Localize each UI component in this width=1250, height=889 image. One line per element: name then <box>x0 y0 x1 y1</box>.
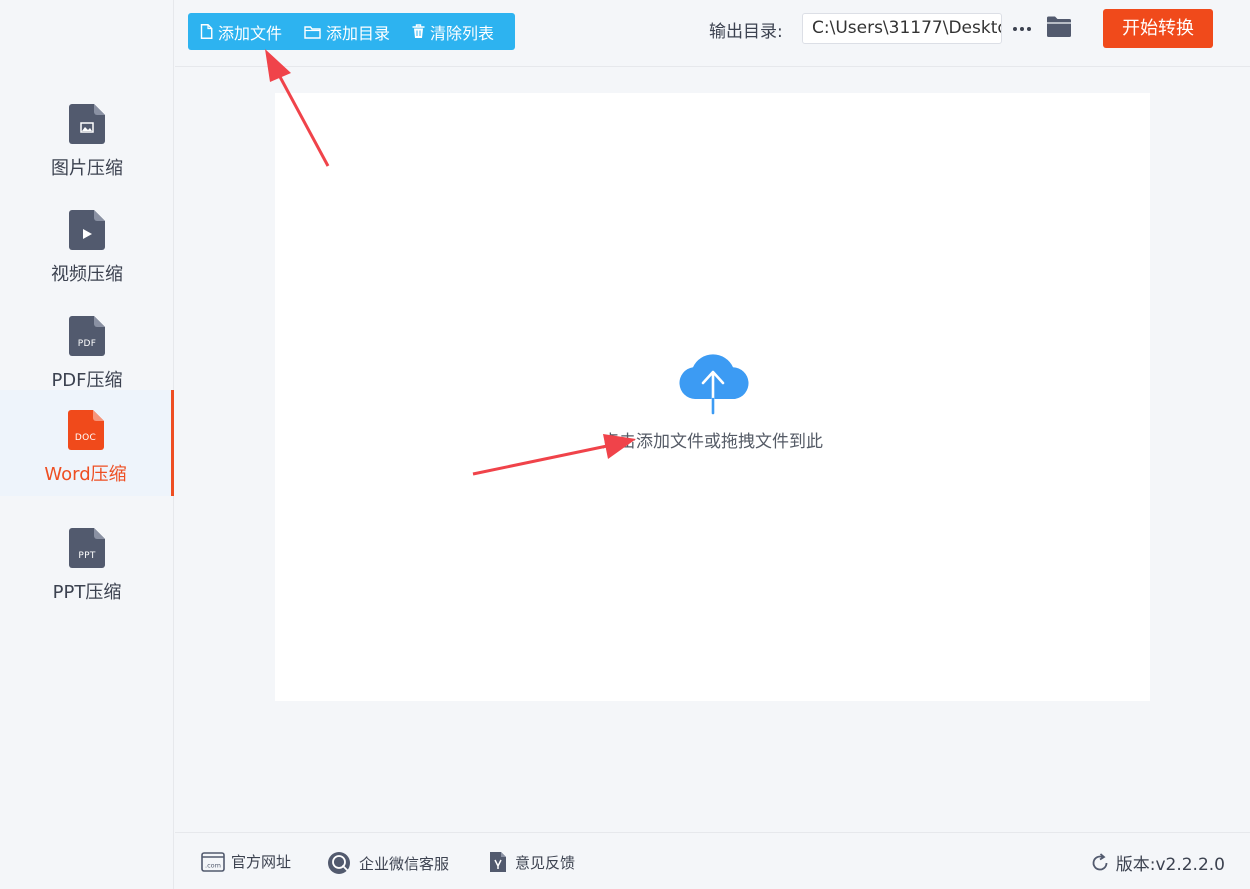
website-icon: .com <box>201 851 225 872</box>
trash-icon <box>412 24 425 38</box>
file-type-tag: PPT <box>78 551 96 561</box>
wechat-support-label: 企业微信客服 <box>359 854 450 873</box>
refresh-icon <box>1092 852 1108 870</box>
version-label: 版本:v2.2.2.0 <box>1115 855 1225 875</box>
pdf-file-icon: PDF <box>69 316 105 356</box>
sidebar-item-label: Word压缩 <box>44 464 127 485</box>
footer: .com 官方网址 企业微信客服 意见反馈 版本:v2.2.2.0 <box>175 832 1250 889</box>
sidebar-item-word-compress[interactable]: DOC Word压缩 <box>0 390 174 496</box>
sidebar-item-label: PDF压缩 <box>51 370 123 391</box>
more-options-icon[interactable] <box>1011 15 1033 39</box>
file-type-tag: DOC <box>74 433 97 443</box>
clear-list-label: 清除列表 <box>430 23 495 43</box>
sidebar-item-label: 视频压缩 <box>51 264 123 285</box>
add-file-label: 添加文件 <box>218 23 283 43</box>
feedback-link[interactable]: 意见反馈 <box>487 851 575 873</box>
feedback-icon <box>490 852 506 872</box>
version-info: 版本:v2.2.2.0 <box>1090 850 1225 875</box>
wechat-icon <box>328 852 350 874</box>
output-dir-label: 输出目录: <box>709 22 783 42</box>
feedback-label: 意见反馈 <box>515 853 576 872</box>
start-convert-button[interactable]: 开始转换 <box>1103 9 1213 48</box>
sidebar-item-ppt-compress[interactable]: PPT PPT压缩 <box>0 508 174 614</box>
drop-zone-hint: 点击添加文件或拖拽文件到此 <box>602 432 823 452</box>
output-dir-input[interactable]: C:\Users\31177\Deskto <box>802 13 1002 44</box>
add-folder-button[interactable]: 添加目录 <box>304 20 390 44</box>
cloud-upload-icon <box>675 351 751 415</box>
doc-file-icon: DOC <box>67 410 104 450</box>
video-file-icon <box>69 210 105 250</box>
sidebar-item-pdf-compress[interactable]: PDF PDF压缩 <box>0 296 174 402</box>
wechat-support-link[interactable]: 企业微信客服 <box>327 851 449 875</box>
open-folder-icon[interactable] <box>1046 15 1072 41</box>
official-website-label: 官方网址 <box>231 853 292 871</box>
file-drop-zone[interactable]: 点击添加文件或拖拽文件到此 <box>275 93 1150 701</box>
image-file-icon <box>69 104 105 144</box>
folder-icon <box>304 25 321 39</box>
add-folder-label: 添加目录 <box>326 23 391 43</box>
svg-text:.com: .com <box>205 861 221 869</box>
ppt-file-icon: PPT <box>69 528 105 568</box>
sidebar-item-label: PPT压缩 <box>52 582 122 603</box>
file-type-tag: PDF <box>77 339 97 349</box>
sidebar: 图片压缩 视频压缩 PDF PDF压缩 DOC Word压缩 PPT PPT压缩 <box>0 0 174 889</box>
sidebar-item-image-compress[interactable]: 图片压缩 <box>0 84 174 190</box>
top-bar: 添加文件 添加目录 清除列表 输出目录: C:\Users\31177\Desk… <box>175 0 1250 67</box>
sidebar-item-video-compress[interactable]: 视频压缩 <box>0 190 174 296</box>
sidebar-item-label: 图片压缩 <box>51 158 123 179</box>
toolbar: 添加文件 添加目录 清除列表 <box>188 13 515 50</box>
official-website-link[interactable]: .com 官方网址 <box>201 851 291 872</box>
add-file-button[interactable]: 添加文件 <box>200 20 282 44</box>
file-icon <box>200 24 213 39</box>
clear-list-button[interactable]: 清除列表 <box>412 20 494 44</box>
